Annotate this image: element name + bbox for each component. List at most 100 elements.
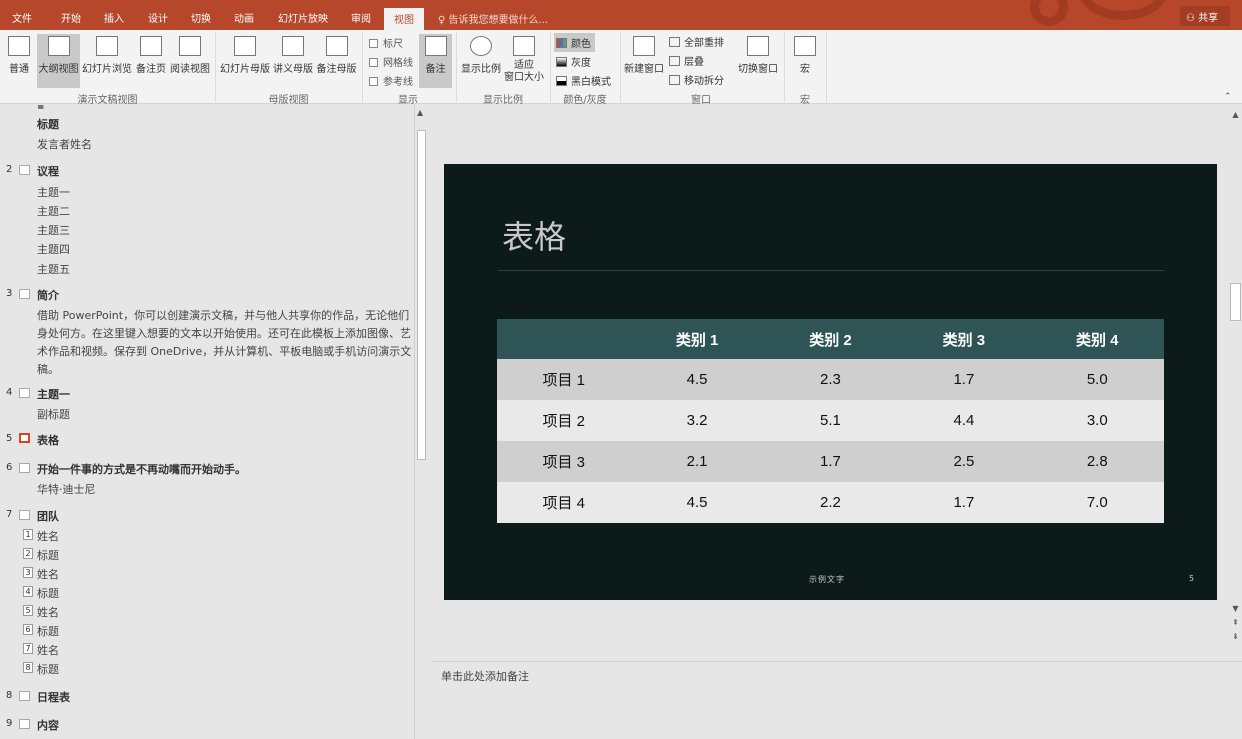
outline-item[interactable]: 主题四 — [37, 241, 70, 257]
slide-icon[interactable] — [19, 463, 30, 473]
handout-master-button[interactable]: 讲义母版 — [272, 34, 314, 88]
zoom-button[interactable]: 显示比例 — [460, 34, 502, 88]
table-cell[interactable]: 项目 3 — [497, 441, 631, 482]
tab-animations[interactable]: 动画 — [234, 10, 254, 30]
table-cell[interactable]: 5.1 — [763, 400, 898, 441]
gridlines-checkbox[interactable]: 网格线 — [369, 54, 413, 69]
tab-home[interactable]: 开始 — [61, 10, 81, 30]
table-cell[interactable]: 2.8 — [1030, 441, 1164, 482]
tab-insert[interactable]: 插入 — [104, 10, 124, 30]
new-window-button[interactable]: 新建窗口 — [624, 34, 664, 88]
outline-item[interactable]: 主题五 — [37, 261, 70, 277]
reading-view-button[interactable]: 阅读视图 — [169, 34, 211, 88]
outline-paragraph-line[interactable]: 稿。 — [37, 361, 59, 377]
outline-s4-sub[interactable]: 副标题 — [37, 406, 70, 422]
outline-s3-title[interactable]: 简介 — [37, 287, 59, 303]
macros-button[interactable]: 宏 — [790, 34, 820, 88]
switch-windows-button[interactable]: 切换窗口 — [736, 34, 780, 88]
slide-icon[interactable] — [19, 289, 30, 299]
grayscale-button[interactable]: 灰度 — [556, 54, 591, 69]
guides-checkbox[interactable]: 参考线 — [369, 73, 413, 88]
ruler-checkbox[interactable]: 标尺 — [369, 35, 403, 50]
tab-view[interactable]: 视图 — [384, 8, 424, 30]
previous-slide-icon[interactable]: ⇞ — [1230, 618, 1241, 627]
slide-icon-selected[interactable] — [19, 433, 30, 443]
table-cell[interactable]: 1.7 — [897, 359, 1031, 400]
outline-item[interactable]: 姓名 — [37, 566, 59, 582]
outline-s5-title[interactable]: 表格 — [37, 432, 59, 448]
normal-view-button[interactable]: 普通 — [4, 34, 34, 88]
outline-s6-title[interactable]: 开始一件事的方式是不再动嘴而开始动手。 — [37, 461, 246, 477]
table-cell[interactable]: 4.5 — [630, 359, 764, 400]
table-cell[interactable]: 2.3 — [763, 359, 898, 400]
outline-s8-title[interactable]: 日程表 — [37, 689, 70, 705]
outline-paragraph-line[interactable]: 术作品和视频。保存到 OneDrive，并从计算机、平板电脑或手机访问演示文 — [37, 343, 411, 359]
outline-item[interactable]: 主题三 — [37, 222, 70, 238]
outline-s1-title[interactable]: 标题 — [37, 116, 59, 132]
table-header-cell[interactable]: 类别 1 — [630, 319, 764, 359]
outline-view-button[interactable]: 大纲视图 — [37, 34, 80, 88]
table-cell[interactable]: 3.2 — [630, 400, 764, 441]
outline-item[interactable]: 主题二 — [37, 203, 70, 219]
table-header-cell[interactable]: 类别 4 — [1030, 319, 1164, 359]
outline-item[interactable]: 姓名 — [37, 642, 59, 658]
table-header-cell[interactable]: 类别 3 — [897, 319, 1031, 359]
table-cell[interactable]: 7.0 — [1030, 482, 1164, 523]
table-header-cell[interactable] — [497, 319, 631, 359]
scroll-up-arrow-icon[interactable]: ▲ — [1230, 110, 1241, 119]
outline-s7-title[interactable]: 团队 — [37, 508, 59, 524]
notes-master-button[interactable]: 备注母版 — [315, 34, 358, 88]
tell-me-box[interactable]: ♀ 告诉我您想要做什么... — [438, 11, 548, 26]
move-split-button[interactable]: 移动拆分 — [669, 72, 724, 87]
fit-to-window-button[interactable]: 适应 窗口大小 — [503, 34, 545, 88]
cascade-button[interactable]: 层叠 — [669, 53, 704, 68]
tab-transitions[interactable]: 切换 — [191, 10, 211, 30]
editor-scrollbar[interactable] — [1229, 105, 1242, 661]
slide-sorter-button[interactable]: 幻灯片浏览 — [82, 34, 132, 88]
outline-item[interactable]: 标题 — [37, 623, 59, 639]
tab-design[interactable]: 设计 — [148, 10, 168, 30]
outline-item[interactable]: 主题一 — [37, 184, 70, 200]
tab-review[interactable]: 审阅 — [351, 10, 371, 30]
outline-s6-sub[interactable]: 华特·迪士尼 — [37, 481, 96, 497]
arrange-all-button[interactable]: 全部重排 — [669, 34, 724, 49]
table-cell[interactable]: 4.5 — [630, 482, 764, 523]
editor-scrollbar-thumb[interactable] — [1230, 283, 1241, 321]
slide-master-button[interactable]: 幻灯片母版 — [220, 34, 270, 88]
outline-item[interactable]: 标题 — [37, 585, 59, 601]
slide-number[interactable]: 5 — [1189, 574, 1194, 583]
tab-slideshow[interactable]: 幻灯片放映 — [278, 10, 328, 30]
outline-s2-title[interactable]: 议程 — [37, 163, 59, 179]
table-cell[interactable]: 2.1 — [630, 441, 764, 482]
table-cell[interactable]: 项目 4 — [497, 482, 631, 523]
outline-s1-sub[interactable]: 发言者姓名 — [37, 136, 92, 152]
table-cell[interactable]: 1.7 — [763, 441, 898, 482]
slide-icon[interactable] — [19, 165, 30, 175]
black-white-button[interactable]: 黑白模式 — [556, 73, 611, 88]
slide-title[interactable]: 表格 — [502, 212, 566, 258]
notes-placeholder[interactable]: 单击此处添加备注 — [441, 668, 529, 684]
slide-footer[interactable]: 示例文字 — [809, 574, 845, 585]
table-cell[interactable]: 项目 2 — [497, 400, 631, 441]
collapse-ribbon-icon[interactable]: ⌃ — [1224, 92, 1232, 102]
notes-toggle-button[interactable]: 备注 — [419, 34, 452, 88]
color-mode-button[interactable]: 颜色 — [554, 33, 595, 52]
table-cell[interactable]: 项目 1 — [497, 359, 631, 400]
outline-s9-title[interactable]: 内容 — [37, 717, 59, 733]
table-cell[interactable]: 5.0 — [1030, 359, 1164, 400]
outline-paragraph-line[interactable]: 借助 PowerPoint，你可以创建演示文稿，并与他人共享你的作品，无论他们 — [37, 307, 409, 323]
notes-page-button[interactable]: 备注页 — [134, 34, 168, 88]
scroll-down-arrow-icon[interactable]: ▼ — [1230, 604, 1241, 613]
table-cell[interactable]: 4.4 — [897, 400, 1031, 441]
outline-s4-title[interactable]: 主题一 — [37, 386, 70, 402]
slide-icon[interactable] — [19, 691, 30, 701]
outline-item[interactable]: 姓名 — [37, 604, 59, 620]
slide-icon[interactable] — [19, 510, 30, 520]
table-cell[interactable]: 2.2 — [763, 482, 898, 523]
slide-table[interactable]: 类别 1 类别 2 类别 3 类别 4 项目 1 4.5 2.3 1.7 5.0 项目 … — [497, 319, 1164, 523]
table-cell[interactable]: 1.7 — [897, 482, 1031, 523]
slide-canvas[interactable]: 表格 类别 1 类别 2 类别 3 类别 4 项目 1 4.5 2.3 1.7 5.0 … — [444, 164, 1217, 600]
slide-icon[interactable] — [19, 719, 30, 729]
scroll-up-arrow-icon[interactable]: ▲ — [417, 108, 423, 117]
outline-item[interactable]: 姓名 — [37, 528, 59, 544]
